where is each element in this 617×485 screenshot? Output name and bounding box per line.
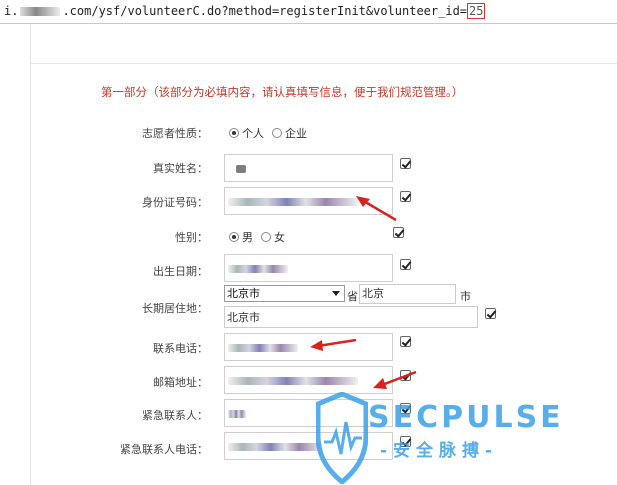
address-bar[interactable]: i. .com/ysf/volunteerC.do?method=register…: [0, 0, 617, 24]
birth-date-input[interactable]: [224, 254, 393, 282]
real-name-checkbox[interactable]: [400, 158, 411, 169]
redacted-value: [228, 443, 323, 451]
province-suffix: 省: [347, 290, 358, 303]
radio-personal[interactable]: [229, 128, 239, 138]
section-divider: [30, 63, 617, 64]
annotation-arrow-phone: [310, 338, 357, 351]
phone-label: 联系电话：: [153, 342, 208, 355]
radio-female[interactable]: [261, 232, 271, 242]
emergency-contact-label: 紧急联系人：: [142, 409, 208, 422]
residence-detail-value: 北京市: [227, 311, 260, 324]
radio-enterprise-label: 企业: [285, 127, 307, 140]
address-label: 邮箱地址：: [153, 376, 208, 389]
birth-date-label: 出生日期：: [153, 265, 208, 278]
watermark-slogan: -安全脉搏-: [380, 441, 499, 461]
url-volunteer-id: 25: [467, 3, 486, 19]
id-number-label: 身份证号码：: [142, 196, 208, 209]
redacted-value: [236, 165, 246, 173]
address-input[interactable]: [224, 366, 393, 394]
real-name-input[interactable]: [224, 154, 393, 182]
emergency-phone-label: 紧急联系人电话：: [120, 443, 208, 456]
real-name-label: 真实姓名：: [153, 162, 208, 175]
gender-checkbox[interactable]: [393, 227, 404, 238]
redacted-value: [228, 410, 246, 418]
url-path: .com/ysf/volunteerC.do?method=registerIn…: [62, 4, 468, 18]
gender-radios: 男 女: [229, 229, 293, 245]
redacted-value: [228, 198, 358, 206]
city-suffix: 市: [460, 290, 471, 303]
volunteer-type-label: 志愿者性质：: [142, 127, 208, 140]
residence-detail-input[interactable]: 北京市: [224, 306, 478, 328]
chevron-down-icon: [332, 291, 340, 296]
province-selected: 北京市: [227, 287, 260, 300]
radio-male-label: 男: [242, 231, 253, 244]
volunteer-type-radios: 个人 企业: [229, 125, 315, 141]
url-redacted: [20, 7, 61, 16]
url-text: i. .com/ysf/volunteerC.do?method=register…: [4, 3, 486, 19]
watermark-logo: SECPULSE -安全脉搏-: [312, 392, 617, 485]
residence-label: 长期居住地：: [142, 302, 208, 315]
annotation-arrow-address: [373, 370, 417, 389]
shield-icon: [316, 392, 368, 484]
radio-female-label: 女: [274, 231, 285, 244]
radio-enterprise[interactable]: [272, 128, 282, 138]
redacted-value: [228, 344, 298, 352]
radio-male[interactable]: [229, 232, 239, 242]
phone-checkbox[interactable]: [400, 336, 411, 347]
watermark-brand: SECPULSE: [368, 400, 564, 435]
residence-checkbox[interactable]: [485, 308, 496, 319]
redacted-value: [228, 265, 288, 273]
annotation-arrow-id: [356, 196, 397, 222]
redacted-value: [228, 377, 358, 385]
province-select[interactable]: 北京市: [224, 285, 345, 302]
url-prefix: i.: [4, 4, 19, 18]
birth-date-checkbox[interactable]: [400, 259, 411, 270]
city-input[interactable]: 北京: [359, 284, 456, 304]
section-title: 第一部分（该部分为必填内容，请认真填写信息，便于我们规范管理。）: [101, 85, 464, 99]
city-value: 北京: [362, 287, 384, 300]
gender-label: 性别：: [175, 231, 208, 244]
radio-personal-label: 个人: [242, 127, 264, 140]
